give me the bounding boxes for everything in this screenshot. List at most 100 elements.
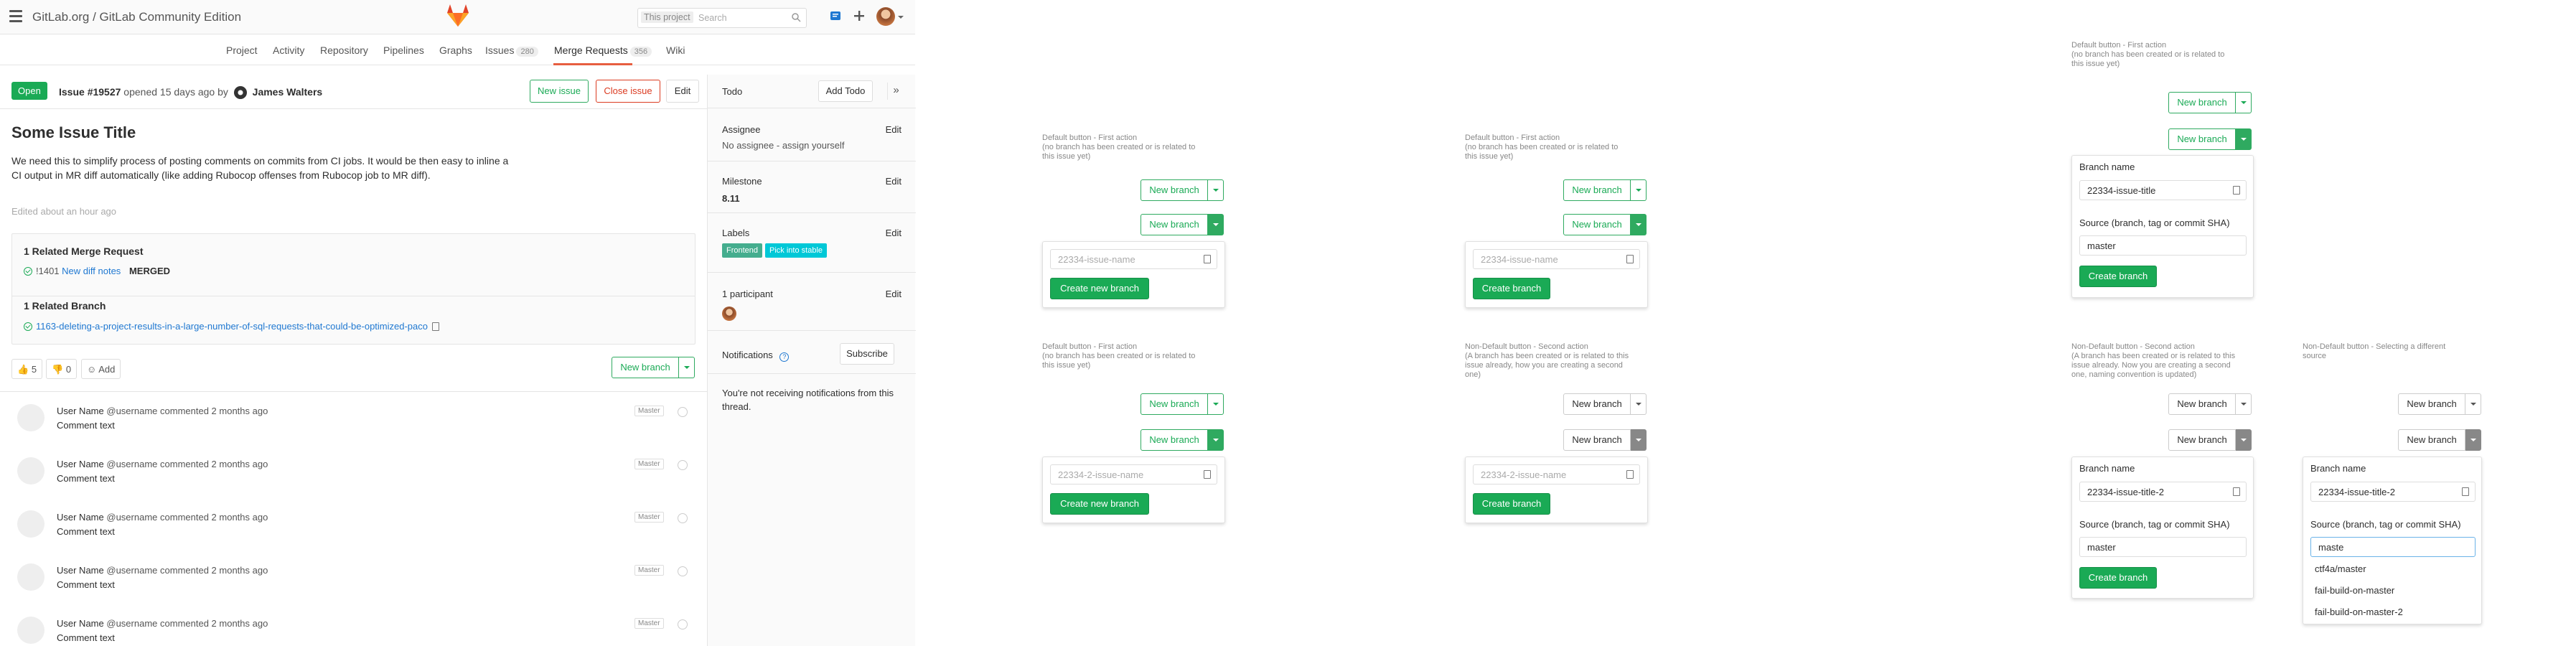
nav-item-activity[interactable]: Activity [273, 45, 304, 56]
add-todo-button[interactable]: Add Todo [818, 80, 873, 102]
branch-name-input[interactable]: 22334-issue-title-2 [2079, 482, 2247, 502]
create-new-branch-button[interactable]: Create new branch [1050, 493, 1149, 515]
copy-icon[interactable] [2233, 487, 2240, 496]
comment-author[interactable]: User Name [57, 406, 104, 416]
collapse-sidebar-icon[interactable]: » [887, 83, 904, 100]
chevron-down-icon[interactable] [1208, 179, 1224, 201]
breadcrumb[interactable]: GitLab.org / GitLab Community Edition [32, 10, 241, 24]
new-branch-button[interactable]: New branch [2168, 128, 2236, 150]
copy-icon[interactable] [2462, 487, 2469, 496]
new-branch-button[interactable]: New branch [1563, 179, 1631, 201]
smiley-icon[interactable] [678, 407, 688, 417]
branch-name-input[interactable]: 22334-issue-name [1473, 249, 1640, 269]
comment-author[interactable]: User Name [57, 459, 104, 469]
search-input[interactable]: This project Search [637, 8, 807, 28]
thumbs-up-award[interactable]: 👍 5 [11, 359, 43, 379]
branch-name-input[interactable]: 22334-issue-name [1050, 249, 1217, 269]
branch-name-input[interactable]: 22334-issue-title-2 [2310, 482, 2476, 502]
smiley-icon[interactable] [678, 513, 688, 523]
new-branch-button[interactable]: New branch [1141, 179, 1208, 201]
chevron-down-icon[interactable] [1631, 214, 1647, 235]
plus-icon[interactable] [853, 9, 866, 22]
new-branch-button[interactable]: New branch [2398, 393, 2465, 415]
create-branch-button[interactable]: Create branch [2079, 266, 2157, 287]
chevron-down-icon[interactable] [679, 357, 695, 378]
comment-author[interactable]: User Name [57, 565, 104, 576]
label-frontend[interactable]: Frontend [722, 243, 763, 258]
label-pick-into-stable[interactable]: Pick into stable [765, 243, 828, 258]
copy-icon[interactable] [2233, 186, 2240, 195]
new-branch-button[interactable]: New branch [1141, 393, 1208, 415]
new-issue-button[interactable]: New issue [530, 80, 589, 103]
chevron-down-icon[interactable] [1208, 429, 1224, 451]
branch-link[interactable]: 1163-deleting-a-project-results-in-a-lar… [36, 321, 428, 332]
new-branch-button[interactable]: New branch [1141, 214, 1208, 235]
smiley-icon[interactable] [678, 460, 688, 470]
nav-item-pipelines[interactable]: Pipelines [383, 45, 424, 56]
source-input[interactable]: master [2079, 537, 2247, 557]
new-branch-button[interactable]: New branch [612, 357, 679, 378]
nav-item-wiki[interactable]: Wiki [666, 45, 685, 56]
close-issue-button[interactable]: Close issue [596, 80, 660, 103]
edit-issue-button[interactable]: Edit [666, 80, 699, 103]
branch-name-input[interactable]: 22334-2-issue-name [1473, 464, 1640, 484]
milestone-edit-link[interactable]: Edit [886, 176, 901, 187]
new-branch-button[interactable]: New branch [1563, 214, 1631, 235]
participant-avatar[interactable] [722, 306, 736, 321]
todos-icon[interactable] [829, 9, 842, 22]
source-option[interactable]: ctf4a/master [2315, 563, 2366, 574]
issue-author[interactable]: James Walters [253, 86, 323, 98]
user-avatar[interactable] [876, 7, 895, 26]
chevron-down-icon[interactable] [2236, 393, 2252, 415]
nav-item-project[interactable]: Project [226, 45, 258, 56]
copy-icon[interactable] [1204, 470, 1211, 479]
create-branch-button[interactable]: Create branch [1473, 493, 1550, 515]
source-option[interactable]: fail-build-on-master-2 [2315, 607, 2403, 617]
branch-name-input[interactable]: 22334-issue-title [2079, 180, 2247, 200]
chevron-down-icon[interactable] [2465, 429, 2481, 451]
chevron-down-icon[interactable] [1631, 393, 1647, 415]
smiley-icon[interactable] [678, 619, 688, 629]
new-branch-button[interactable]: New branch [2398, 429, 2465, 451]
nav-item-merge-requests[interactable]: Merge Requests 356 [554, 45, 652, 57]
copy-icon[interactable] [1626, 255, 1634, 263]
new-branch-button[interactable]: New branch [1563, 429, 1631, 451]
assignee-edit-link[interactable]: Edit [886, 124, 901, 135]
chevron-down-icon[interactable] [1208, 214, 1224, 235]
comment-author[interactable]: User Name [57, 618, 104, 629]
labels-edit-link[interactable]: Edit [886, 228, 901, 238]
mr-ref[interactable]: !1401 [36, 266, 60, 276]
create-new-branch-button[interactable]: Create new branch [1050, 278, 1149, 299]
new-branch-button[interactable]: New branch [2168, 92, 2236, 113]
milestone-value[interactable]: 8.11 [722, 193, 901, 204]
add-award-button[interactable]: ☺ Add [81, 359, 121, 379]
chevron-down-icon[interactable] [2236, 429, 2252, 451]
subscribe-button[interactable]: Subscribe [840, 343, 894, 365]
copy-icon[interactable] [1204, 255, 1211, 263]
chevron-down-icon[interactable] [1208, 393, 1224, 415]
gitlab-logo-icon[interactable] [445, 3, 471, 27]
chevron-down-icon[interactable] [898, 16, 904, 19]
new-branch-button[interactable]: New branch [1141, 429, 1208, 451]
smiley-icon[interactable] [678, 566, 688, 576]
nav-item-issues[interactable]: Issues 280 [485, 45, 538, 57]
assignee-value[interactable]: No assignee - assign yourself [722, 140, 901, 151]
chevron-down-icon[interactable] [1631, 179, 1647, 201]
source-input[interactable]: maste [2310, 537, 2476, 557]
copy-icon[interactable] [432, 322, 439, 331]
branch-name-input[interactable]: 22334-2-issue-name [1050, 464, 1217, 484]
question-icon[interactable]: ? [779, 352, 790, 362]
new-branch-button[interactable]: New branch [2168, 429, 2236, 451]
create-branch-button[interactable]: Create branch [1473, 278, 1550, 299]
chevron-down-icon[interactable] [2236, 128, 2252, 150]
copy-icon[interactable] [1626, 470, 1634, 479]
nav-item-repository[interactable]: Repository [320, 45, 368, 56]
new-branch-button[interactable]: New branch [1563, 393, 1631, 415]
source-option[interactable]: fail-build-on-master [2315, 585, 2394, 596]
hamburger-icon[interactable] [9, 10, 22, 24]
thumbs-down-award[interactable]: 👎 0 [46, 359, 78, 379]
chevron-down-icon[interactable] [2465, 393, 2481, 415]
chevron-down-icon[interactable] [1631, 429, 1647, 451]
chevron-down-icon[interactable] [2236, 92, 2252, 113]
mr-title-link[interactable]: New diff notes [62, 266, 121, 276]
